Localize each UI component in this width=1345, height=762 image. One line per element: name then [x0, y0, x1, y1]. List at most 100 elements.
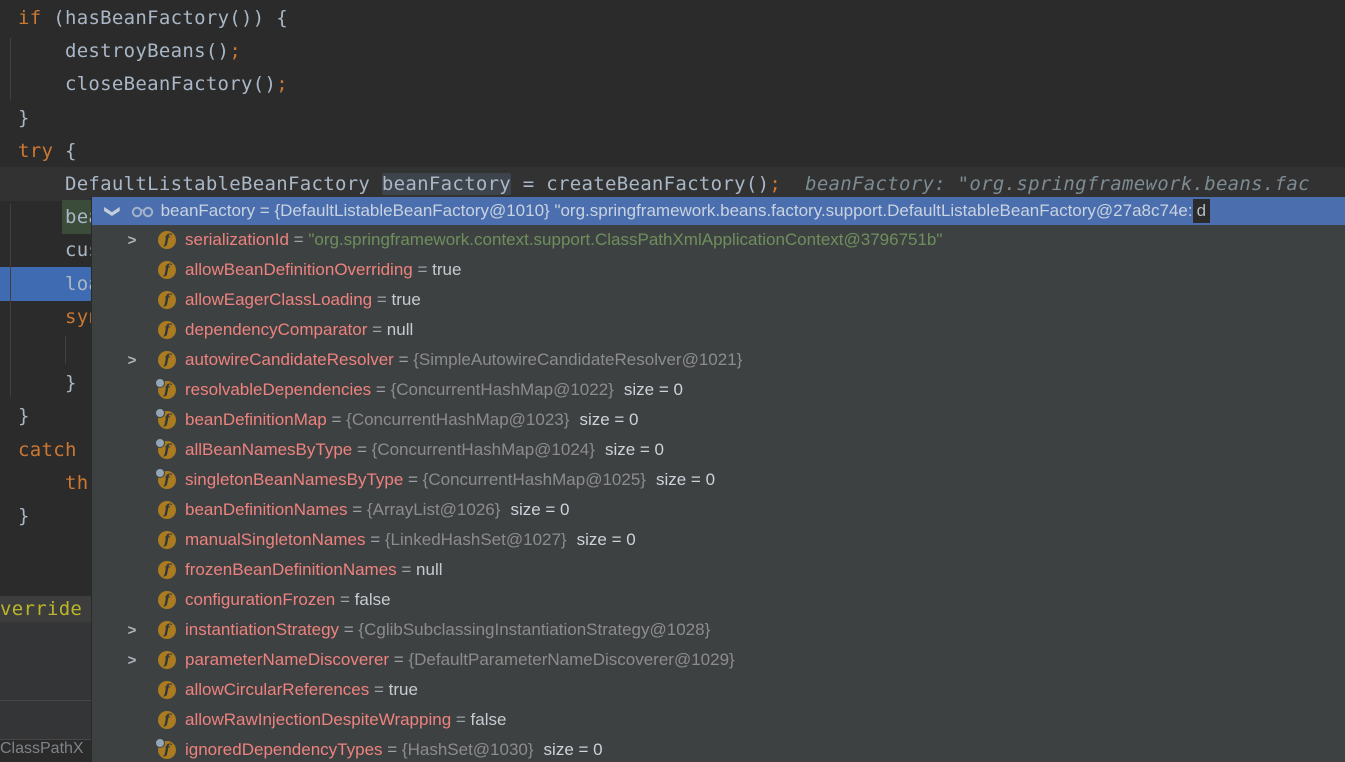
- ide-window: if (hasBeanFactory()) { destroyBeans(); …: [0, 0, 1345, 762]
- variable-value: true: [389, 680, 418, 700]
- variable-text: allowBeanDefinitionOverriding = true: [185, 260, 1345, 280]
- field-icon: f: [158, 411, 176, 429]
- variable-name: beanDefinitionNames: [185, 500, 348, 520]
- inspect-popup-header[interactable]: ❯ beanFactory = {DefaultListableBeanFact…: [92, 197, 1345, 225]
- variable-value: {ArrayList@1026}: [367, 500, 501, 520]
- variable-text: serializationId = "org.springframework.c…: [185, 230, 1345, 250]
- panel-divider: [0, 700, 91, 701]
- variable-row[interactable]: > f instantiationStrategy = {CglibSubclass…: [92, 615, 1345, 645]
- inspect-header-cursor-text: d: [1193, 199, 1210, 223]
- variable-name: allowRawInjectionDespiteWrapping: [185, 710, 451, 730]
- code-token: ;: [276, 73, 288, 95]
- variable-text: allBeanNamesByType = {ConcurrentHashMap@…: [185, 440, 1345, 460]
- code-token: }: [18, 505, 30, 527]
- expand-arrow-icon[interactable]: >: [124, 352, 140, 369]
- indent-guide: [10, 38, 11, 100]
- variable-row[interactable]: fallowEagerClassLoading = true: [92, 285, 1345, 315]
- variable-row[interactable]: fallBeanNamesByType = {ConcurrentHashMap…: [92, 435, 1345, 465]
- debugger-inspect-popup[interactable]: ❯ beanFactory = {DefaultListableBeanFact…: [91, 197, 1345, 762]
- variable-name: singletonBeanNamesByType: [185, 470, 403, 490]
- field-icon: f: [158, 561, 176, 579]
- variable-row[interactable]: fignoredDependencyTypes = {HashSet@1030}…: [92, 735, 1345, 762]
- variable-value: {DefaultParameterNameDiscoverer@1029}: [408, 650, 734, 670]
- variable-value: {SimpleAutowireCandidateResolver@1021}: [413, 350, 742, 370]
- variable-row[interactable]: fmanualSingletonNames = {LinkedHashSet@1…: [92, 525, 1345, 555]
- field-icon: f: [158, 621, 176, 639]
- variable-name: configurationFrozen: [185, 590, 335, 610]
- variable-name: allowBeanDefinitionOverriding: [185, 260, 413, 280]
- code-line[interactable]: try {: [0, 134, 1345, 168]
- field-icon: f: [158, 681, 176, 699]
- variable-row[interactable]: > f serializationId = "org.springframework…: [92, 225, 1345, 255]
- variable-name: beanDefinitionMap: [185, 410, 327, 430]
- collection-size: size = 0: [624, 380, 683, 400]
- equals-sign: =: [352, 440, 371, 460]
- field-icon: f: [158, 651, 176, 669]
- equals-sign: =: [367, 320, 386, 340]
- equals-sign: =: [397, 560, 416, 580]
- variable-row[interactable]: fresolvableDependencies = {ConcurrentHas…: [92, 375, 1345, 405]
- variable-value: true: [392, 290, 421, 310]
- code-token: }: [18, 107, 30, 129]
- variable-row[interactable]: >fautowireCandidateResolver = {SimpleAut…: [92, 345, 1345, 375]
- field-icon: f: [158, 381, 176, 399]
- variable-row[interactable]: fsingletonBeanNamesByType = {ConcurrentH…: [92, 465, 1345, 495]
- watch-glasses-icon: [131, 205, 155, 218]
- annotation-line[interactable]: verride: [0, 596, 91, 621]
- field-icon: f: [158, 591, 176, 609]
- collection-size: size = 0: [510, 500, 569, 520]
- final-marker-icon: [155, 408, 165, 418]
- code-line[interactable]: }: [0, 101, 1345, 135]
- variable-name: parameterNameDiscoverer: [185, 650, 389, 670]
- variable-row[interactable]: f beanDefinitionNames = {ArrayList@1026} s…: [92, 495, 1345, 525]
- code-token: = createBeanFactory(): [511, 173, 769, 195]
- equals-sign: =: [394, 350, 413, 370]
- code-token: closeBeanFactory(): [18, 73, 276, 95]
- variable-name: manualSingletonNames: [185, 530, 366, 550]
- indent-guide: [65, 336, 66, 364]
- variable-row[interactable]: fdependencyComparator = null: [92, 315, 1345, 345]
- variable-row[interactable]: fallowCircularReferences = true: [92, 675, 1345, 705]
- chevron-down-icon[interactable]: ❯: [105, 205, 120, 218]
- variable-text: beanDefinitionMap = {ConcurrentHashMap@1…: [185, 410, 1345, 430]
- variable-value: {ConcurrentHashMap@1023}: [346, 410, 569, 430]
- equals-sign: =: [389, 650, 408, 670]
- variable-text: instantiationStrategy = {CglibSubclassin…: [185, 620, 1345, 640]
- expand-arrow-icon[interactable]: >: [124, 652, 140, 669]
- equals-sign: =: [366, 530, 385, 550]
- expand-arrow-icon[interactable]: >: [124, 232, 140, 249]
- variable-text: parameterNameDiscoverer = {DefaultParame…: [185, 650, 1345, 670]
- variable-name: allowCircularReferences: [185, 680, 369, 700]
- equals-sign: =: [348, 500, 367, 520]
- variable-row[interactable]: ffrozenBeanDefinitionNames = null: [92, 555, 1345, 585]
- variable-value: {ConcurrentHashMap@1025}: [423, 470, 646, 490]
- field-icon: f: [158, 501, 176, 519]
- final-marker-icon: [155, 438, 165, 448]
- code-line[interactable]: if (hasBeanFactory()) {: [0, 1, 1345, 35]
- code-token: DefaultListableBeanFactory: [18, 173, 382, 195]
- collection-size: size = 0: [605, 440, 664, 460]
- code-token: }: [18, 372, 77, 394]
- variable-name: serializationId: [185, 230, 289, 250]
- variable-name: ignoredDependencyTypes: [185, 740, 383, 760]
- field-icon: f: [158, 231, 176, 249]
- code-line[interactable]: closeBeanFactory();: [0, 67, 1345, 101]
- code-token: {: [53, 140, 76, 162]
- code-token: cus: [18, 239, 100, 261]
- code-line[interactable]: DefaultListableBeanFactory beanFactory =…: [0, 167, 1345, 201]
- variable-row[interactable]: f beanDefinitionMap = {ConcurrentHashMap@…: [92, 405, 1345, 435]
- frames-panel-fragment[interactable]: ClassPathX: [0, 740, 91, 762]
- equals-sign: =: [289, 230, 308, 250]
- variable-value: null: [416, 560, 442, 580]
- variable-value: true: [432, 260, 461, 280]
- code-line[interactable]: destroyBeans();: [0, 34, 1345, 68]
- field-icon: f: [158, 531, 176, 549]
- variable-row[interactable]: fconfigurationFrozen = false: [92, 585, 1345, 615]
- variable-row[interactable]: fallowBeanDefinitionOverriding = true: [92, 255, 1345, 285]
- variable-text: ignoredDependencyTypes = {HashSet@1030}s…: [185, 740, 1345, 760]
- expand-arrow-icon[interactable]: >: [124, 622, 140, 639]
- variable-row[interactable]: > f parameterNameDiscoverer = {DefaultPara…: [92, 645, 1345, 675]
- variable-name: autowireCandidateResolver: [185, 350, 394, 370]
- variable-row[interactable]: fallowRawInjectionDespiteWrapping = fals…: [92, 705, 1345, 735]
- indent-guide: [10, 204, 11, 397]
